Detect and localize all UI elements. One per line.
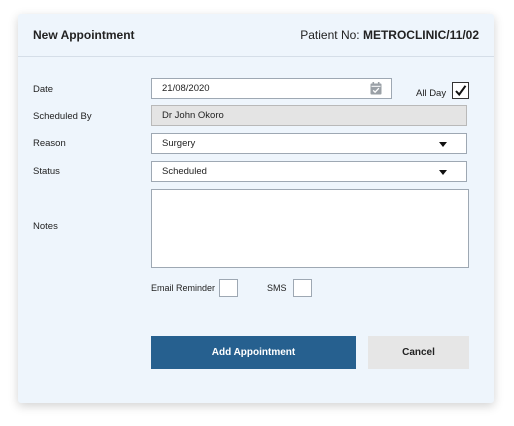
patient-number: Patient No: METROCLINIC/11/02 — [300, 28, 479, 42]
date-input[interactable]: 21/08/2020 — [151, 78, 392, 99]
notes-textarea[interactable] — [151, 189, 469, 268]
patient-number-label: Patient No: — [300, 28, 360, 42]
reason-select[interactable]: Surgery — [151, 133, 467, 154]
status-label: Status — [33, 166, 60, 177]
add-appointment-button[interactable]: Add Appointment — [151, 336, 356, 369]
sms-checkbox[interactable] — [293, 279, 312, 297]
reason-value: Surgery — [162, 138, 196, 149]
dialog-title: New Appointment — [33, 28, 135, 42]
new-appointment-dialog: New Appointment Patient No: METROCLINIC/… — [18, 14, 494, 403]
status-select[interactable]: Scheduled — [151, 161, 467, 182]
calendar-icon[interactable] — [370, 82, 382, 95]
all-day-checkbox[interactable] — [452, 82, 469, 99]
scheduled-by-field: Dr John Okoro — [151, 105, 467, 126]
dialog-header: New Appointment Patient No: METROCLINIC/… — [18, 14, 494, 57]
patient-number-value: METROCLINIC/11/02 — [362, 28, 479, 42]
date-value: 21/08/2020 — [162, 83, 210, 94]
checkmark-icon — [455, 85, 467, 97]
scheduled-by-value: Dr John Okoro — [162, 110, 224, 121]
notes-label: Notes — [33, 221, 58, 232]
status-value: Scheduled — [162, 166, 207, 177]
all-day-label: All Day — [416, 88, 447, 99]
email-reminder-checkbox[interactable] — [219, 279, 238, 297]
date-label: Date — [33, 84, 54, 95]
chevron-down-icon[interactable] — [439, 170, 447, 175]
cancel-button[interactable]: Cancel — [368, 336, 469, 369]
chevron-down-icon[interactable] — [439, 142, 447, 147]
sms-label: SMS — [267, 283, 287, 293]
reason-label: Reason — [33, 138, 66, 149]
scheduled-by-label: Scheduled By — [33, 111, 92, 122]
email-reminder-label: Email Reminder — [151, 283, 216, 293]
